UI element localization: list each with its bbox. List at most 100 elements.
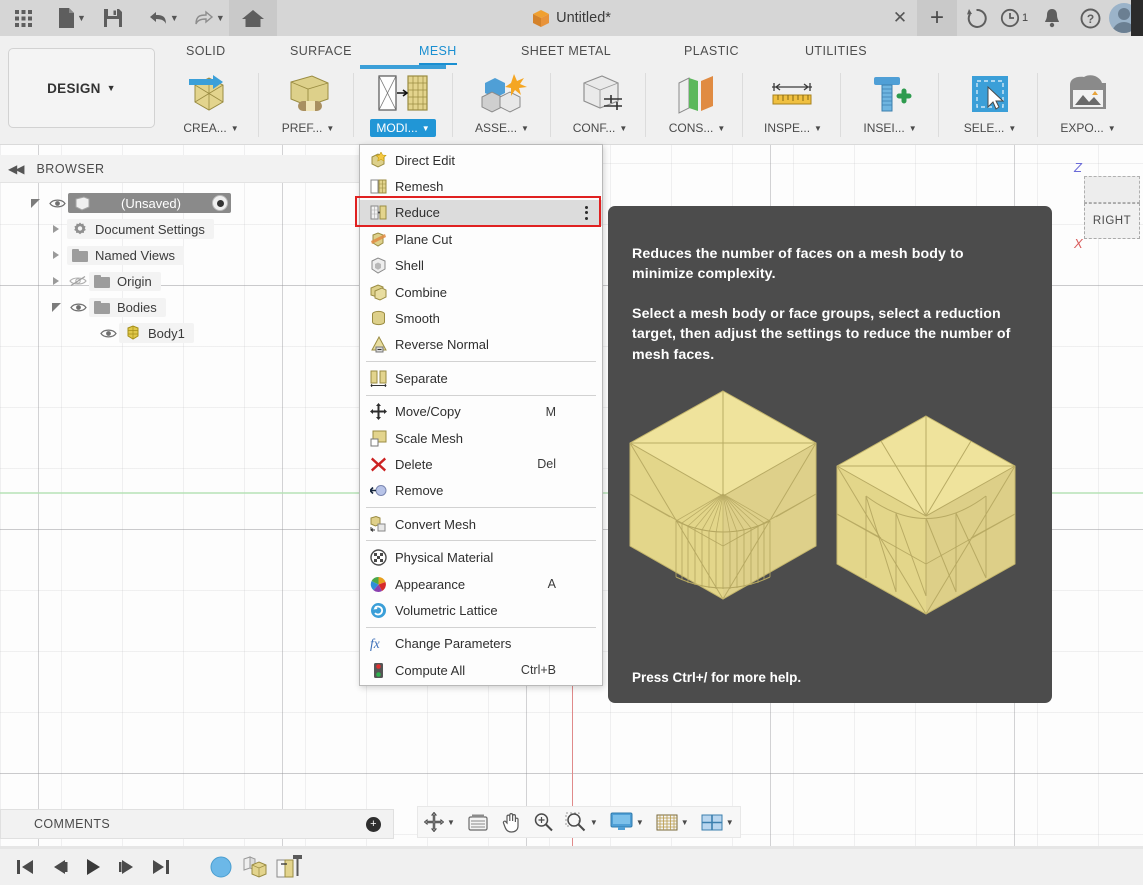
visibility-eye-icon[interactable] [67, 302, 89, 313]
chevron-down-icon[interactable]: ▼ [216, 13, 225, 23]
zoom-window-icon[interactable]: ▼ [559, 806, 604, 838]
menu-item-change-parameters[interactable]: fx Change Parameters [360, 631, 602, 657]
menu-item-move-copy[interactable]: Move/Copy M [360, 399, 602, 425]
redo-button[interactable]: ▼ [183, 0, 229, 36]
timeline-mesh-feature-icon[interactable] [238, 849, 272, 885]
ribbon-group-modify[interactable]: MODI... ▼ [360, 65, 446, 145]
new-tab-icon[interactable]: + [917, 0, 957, 36]
ribbon-group-label[interactable]: CREA... ▼ [177, 119, 244, 137]
menu-item-physical-material[interactable]: Physical Material [360, 544, 602, 570]
close-tab-icon[interactable]: ✕ [883, 0, 917, 36]
chevron-down-icon[interactable]: ▼ [726, 818, 734, 827]
ribbon-group-label[interactable]: SELE... ▼ [958, 119, 1023, 137]
ribbon-group-label[interactable]: INSPE... ▼ [758, 119, 828, 137]
grid-snaps-icon[interactable]: ▼ [650, 806, 695, 838]
tree-item-pill[interactable]: (Unsaved) [68, 193, 231, 213]
ribbon-group-select[interactable]: SELE... ▼ [950, 65, 1030, 145]
tree-item-pill[interactable]: Origin [89, 271, 161, 291]
tree-item-unsaved[interactable]: (Unsaved) [0, 190, 300, 216]
expander-collapsed-icon[interactable] [45, 251, 67, 259]
tab-mesh[interactable]: MESH [419, 36, 457, 65]
menu-item-reduce[interactable]: Reduce [360, 199, 602, 227]
tab-solid[interactable]: SOLID [186, 36, 226, 65]
save-icon[interactable] [90, 0, 137, 36]
ribbon-group-label[interactable]: ASSE... ▼ [469, 119, 535, 137]
chevron-down-icon[interactable]: ▼ [590, 818, 598, 827]
view-cube[interactable]: Z X RIGHT [1060, 160, 1140, 260]
ribbon-group-insert[interactable]: INSEI... ▼ [850, 65, 930, 145]
menu-item-scale-mesh[interactable]: Scale Mesh [360, 425, 602, 451]
viewcube-front-face[interactable]: RIGHT [1084, 203, 1140, 239]
ribbon-group-label[interactable]: INSEI... ▼ [857, 119, 922, 137]
visibility-eye-off-icon[interactable] [67, 275, 89, 287]
tree-item-bodies[interactable]: Bodies [0, 294, 300, 320]
viewports-icon[interactable]: ▼ [695, 806, 740, 838]
tree-item-pill[interactable]: Document Settings [67, 219, 214, 239]
job-status-icon[interactable]: 1 [995, 0, 1033, 36]
tree-item-document-settings[interactable]: Document Settings [0, 216, 300, 242]
extension-icon[interactable] [957, 0, 995, 36]
expander-collapsed-icon[interactable] [45, 277, 67, 285]
help-icon[interactable]: ? [1071, 0, 1109, 36]
expander-expanded-icon[interactable] [24, 198, 46, 208]
ribbon-group-label[interactable]: MODI... ▼ [370, 119, 436, 137]
chevron-down-icon[interactable]: ▼ [447, 818, 455, 827]
home-icon[interactable] [228, 0, 277, 36]
menu-item-shell[interactable]: Shell [360, 253, 602, 279]
menu-item-compute-all[interactable]: Compute All Ctrl+B [360, 657, 602, 683]
overflow-menu-icon[interactable] [585, 205, 588, 220]
visibility-eye-icon[interactable] [97, 328, 119, 339]
tree-item-named-views[interactable]: Named Views [0, 242, 300, 268]
menu-item-volumetric-lattice[interactable]: Volumetric Lattice [360, 597, 602, 623]
new-design-button[interactable]: ▼ [47, 0, 90, 36]
tab-plastic[interactable]: PLASTIC [684, 36, 739, 65]
tab-sheet-metal[interactable]: SHEET METAL [521, 36, 611, 65]
timeline-tool-feature-icon[interactable] [272, 849, 306, 885]
menu-item-reverse-normal[interactable]: Reverse Normal [360, 332, 602, 358]
chevron-down-icon[interactable]: ▼ [636, 818, 644, 827]
collapse-left-icon[interactable]: ◀◀ [8, 162, 25, 176]
expander-collapsed-icon[interactable] [45, 225, 67, 233]
display-settings-icon[interactable]: ▼ [604, 806, 650, 838]
timeline-play-icon[interactable] [76, 849, 110, 885]
tree-item-pill[interactable]: Bodies [89, 297, 166, 317]
ribbon-group-create[interactable]: CREA... ▼ [170, 65, 252, 145]
ribbon-group-construct-plane[interactable]: CONS... ▼ [657, 65, 737, 145]
ribbon-group-assemble[interactable]: ASSE... ▼ [462, 65, 542, 145]
orbit-icon[interactable]: ▼ [418, 806, 461, 838]
timeline-step-forward-icon[interactable] [110, 849, 144, 885]
ribbon-group-inspect[interactable]: INSPE... ▼ [753, 65, 833, 145]
comments-panel-header[interactable]: COMMENTS + [0, 809, 394, 839]
ribbon-group-export[interactable]: EXPO... ▼ [1048, 65, 1128, 145]
viewcube-top-face[interactable] [1084, 176, 1140, 203]
menu-item-convert-mesh[interactable]: Convert Mesh [360, 511, 602, 537]
zoom-icon[interactable] [527, 806, 559, 838]
tab-surface[interactable]: SURFACE [290, 36, 352, 65]
tree-item-pill[interactable]: Body1 [119, 323, 194, 343]
component-activate-radio[interactable] [212, 195, 228, 211]
menu-item-remove[interactable]: Remove [360, 478, 602, 504]
tree-item-body1[interactable]: Body1 [0, 320, 300, 346]
visibility-eye-icon[interactable] [46, 198, 68, 209]
notifications-bell-icon[interactable] [1033, 0, 1071, 36]
tree-item-origin[interactable]: Origin [0, 268, 300, 294]
timeline-sphere-feature-icon[interactable] [204, 849, 238, 885]
undo-button[interactable]: ▼ [137, 0, 183, 36]
menu-item-direct-edit[interactable]: Direct Edit [360, 147, 602, 173]
look-at-icon[interactable] [461, 806, 495, 838]
add-comment-icon[interactable]: + [366, 816, 381, 832]
chevron-down-icon[interactable]: ▼ [681, 818, 689, 827]
ribbon-group-construct[interactable]: CONF... ▼ [560, 65, 640, 145]
ribbon-group-label[interactable]: CONS... ▼ [663, 119, 732, 137]
ribbon-group-label[interactable]: PREF... ▼ [276, 119, 341, 137]
chevron-down-icon[interactable]: ▼ [77, 13, 86, 23]
app-grid-icon[interactable] [0, 0, 47, 36]
workspace-switcher-button[interactable]: DESIGN ▼ [8, 48, 155, 128]
menu-item-plane-cut[interactable]: Plane Cut [360, 226, 602, 252]
menu-item-remesh[interactable]: Remesh [360, 173, 602, 199]
menu-item-separate[interactable]: Separate [360, 365, 602, 391]
tree-item-pill[interactable]: Named Views [67, 245, 184, 265]
menu-item-combine[interactable]: Combine [360, 279, 602, 305]
menu-item-smooth[interactable]: Smooth [360, 305, 602, 331]
tab-utilities[interactable]: UTILITIES [805, 36, 867, 65]
